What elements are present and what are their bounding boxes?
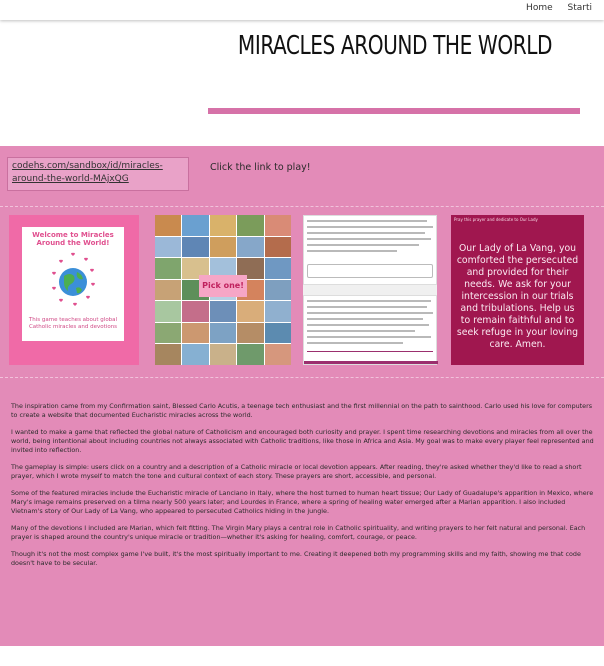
welcome-card: Welcome to Miracles Around the World! Th… <box>22 227 124 341</box>
top-nav-bar: Home Starti <box>0 0 604 20</box>
welcome-heading: Welcome to Miracles Around the World! <box>32 231 114 247</box>
prayer-text: Our Lady of La Vang, you comforted the p… <box>456 243 579 350</box>
story-panel <box>303 215 437 285</box>
prayer-caption: Pray this prayer and dedicate to Our Lad… <box>454 217 538 222</box>
pick-one-button: Pick one! <box>199 275 247 297</box>
page-title: MIRACLES AROUND THE WORLD <box>237 31 553 61</box>
description-paragraph: Some of the featured miracles include th… <box>11 489 594 515</box>
prayer-screenshot: Pray this prayer and dedicate to Our Lad… <box>451 215 584 365</box>
nav-menu: Home Starti <box>526 3 604 13</box>
game-link[interactable]: codehs.com/sandbox/id/miracles-around-th… <box>7 157 189 191</box>
prayer-prompt-panel <box>303 295 438 365</box>
welcome-blurb: This game teaches about global Catholic … <box>28 317 118 330</box>
description-paragraph: Though it's not the most complex game I'… <box>11 550 581 567</box>
description-paragraph: The inspiration came from my Confirmatio… <box>11 402 593 419</box>
story-screenshot <box>303 215 438 365</box>
globe-with-hearts-icon <box>52 252 95 306</box>
description-paragraph: The gameplay is simple: users click on a… <box>11 463 582 480</box>
panel-accent-bar <box>304 361 438 364</box>
answer-field <box>307 264 433 278</box>
nav-home-link[interactable]: Home <box>526 3 553 13</box>
country-picker-screenshot: Pick one! <box>155 215 291 365</box>
welcome-screenshot: Welcome to Miracles Around the World! Th… <box>9 215 139 365</box>
nav-start-link[interactable]: Starti <box>568 3 593 13</box>
description-paragraph: Many of the devotions I included are Mar… <box>11 524 586 541</box>
section-divider <box>0 206 604 207</box>
description-paragraph: I wanted to make a game that reflected t… <box>11 428 594 454</box>
title-underline <box>208 108 580 114</box>
section-divider <box>0 377 604 378</box>
project-description: The inspiration came from my Confirmatio… <box>11 402 596 576</box>
link-caption: Click the link to play! <box>210 162 311 173</box>
